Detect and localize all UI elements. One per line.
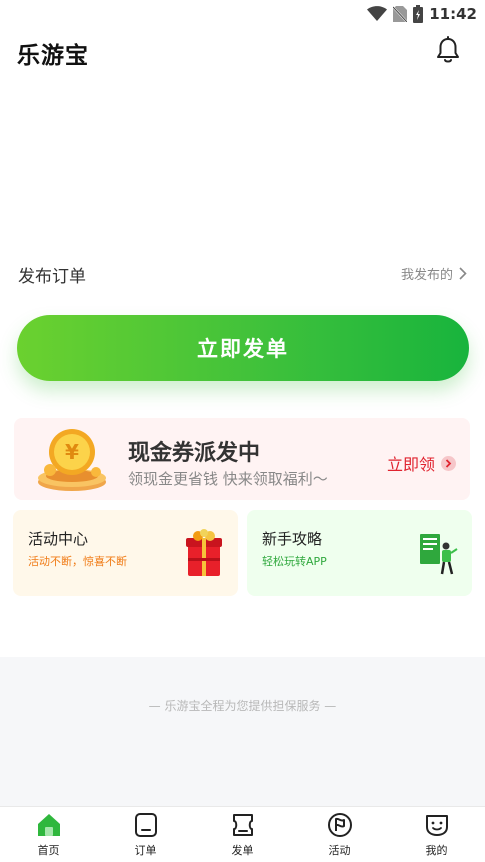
- battery-charging-icon: [413, 5, 424, 23]
- publish-order-heading: 发布订单: [18, 267, 86, 287]
- claim-now-label: 立即领: [386, 455, 435, 474]
- tab-home[interactable]: 首页: [0, 807, 97, 862]
- gold-coin-icon: ¥: [38, 429, 106, 491]
- svg-text:¥: ¥: [65, 440, 79, 464]
- claim-now-button[interactable]: 立即领: [387, 451, 456, 475]
- my-published-label: 我发布的: [400, 268, 453, 283]
- no-sim-icon: [393, 6, 408, 22]
- app-title: 乐游宝: [17, 43, 89, 69]
- coupon-banner[interactable]: ¥ 现金券派发中 领现金更省钱 快来领取福利～ 立即领: [14, 418, 470, 500]
- bottom-tab-bar: 首页 订单 发单 活动 我的: [0, 806, 485, 862]
- tab-home-label: 首页: [37, 844, 60, 857]
- status-icons: 11:42: [367, 4, 477, 24]
- orders-icon: [134, 813, 157, 837]
- coupon-subtitle: 领现金更省钱 快来领取福利～: [128, 470, 328, 488]
- activity-center-subtitle: 活动不断，惊喜不断: [28, 555, 127, 568]
- chevron-right-circle-icon: [441, 455, 456, 471]
- publish-now-button[interactable]: 立即发单: [17, 315, 469, 381]
- activity-center-title: 活动中心: [28, 530, 89, 548]
- status-bar: 11:42: [0, 0, 485, 28]
- tab-profile-label: 我的: [425, 844, 448, 857]
- activity-icon: [327, 813, 352, 837]
- home-icon: [37, 814, 60, 836]
- publish-icon: [232, 814, 253, 836]
- guarantee-text: — 乐游宝全程为您提供担保服务 —: [148, 699, 337, 713]
- beginner-guide-subtitle: 轻松玩转APP: [262, 555, 327, 568]
- footer-area: [0, 657, 485, 806]
- chevron-right-icon: [459, 267, 467, 280]
- profile-icon: [425, 815, 448, 836]
- notification-bell-icon[interactable]: [435, 36, 461, 64]
- tab-publish-label: 发单: [231, 844, 254, 857]
- beginner-guide-card[interactable]: 新手攻略 轻松玩转APP: [247, 510, 472, 596]
- tab-activity-label: 活动: [328, 844, 351, 857]
- my-published-link[interactable]: 我发布的: [401, 264, 467, 283]
- status-time: 11:42: [429, 5, 477, 23]
- tab-publish[interactable]: 发单: [194, 807, 291, 862]
- guide-person-icon: [420, 534, 458, 575]
- tab-orders[interactable]: 订单: [97, 807, 194, 862]
- coupon-title: 现金券派发中: [128, 441, 261, 466]
- tab-orders-label: 订单: [134, 844, 157, 857]
- wifi-icon: [367, 6, 388, 21]
- gift-box-icon: [186, 529, 222, 576]
- beginner-guide-title: 新手攻略: [262, 530, 323, 548]
- tab-activity[interactable]: 活动: [291, 807, 388, 862]
- activity-center-card[interactable]: 活动中心 活动不断，惊喜不断: [13, 510, 238, 596]
- tab-profile[interactable]: 我的: [388, 807, 485, 862]
